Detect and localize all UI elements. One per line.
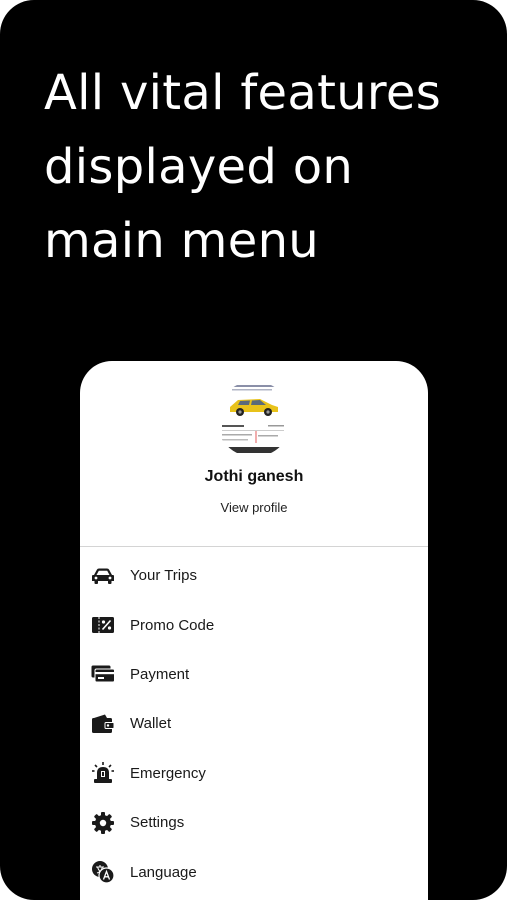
user-name: Jothi ganesh (204, 468, 304, 485)
menu-label-payment: Payment (130, 665, 190, 683)
car-icon (90, 563, 116, 589)
view-profile-link[interactable]: View profile (80, 500, 428, 515)
menu-item-settings[interactable]: Settings (80, 798, 428, 847)
menu-label-settings: Settings (130, 814, 185, 832)
menu-label-promo-code: Promo Code (130, 616, 215, 634)
gear-icon (90, 810, 116, 836)
promo-frame: All vital features displayed on main men… (0, 0, 507, 900)
menu-item-wallet[interactable]: Wallet (80, 699, 428, 748)
headline-line-3: main menu (44, 213, 320, 269)
promo-headline: All vital features displayed on main men… (44, 56, 484, 278)
wallet-icon (90, 711, 116, 737)
menu-item-emergency[interactable]: Emergency (80, 749, 428, 798)
menu-item-promo-code[interactable]: Promo Code (80, 600, 428, 649)
headline-line-2: displayed on (44, 139, 354, 195)
divider (80, 546, 428, 547)
menu-item-language[interactable]: Language (80, 847, 428, 896)
menu-item-payment[interactable]: Payment (80, 650, 428, 699)
menu-label-emergency: Emergency (130, 764, 206, 782)
avatar[interactable] (216, 381, 292, 457)
credit-card-icon (90, 661, 116, 687)
phone-menu-panel: Jothi ganesh View profile Your Trips Pro… (80, 361, 428, 900)
headline-line-1: All vital features (44, 65, 442, 121)
menu-label-wallet: Wallet (130, 715, 172, 733)
siren-icon (90, 760, 116, 786)
menu-label-your-trips: Your Trips (130, 567, 197, 585)
promo-ticket-icon (90, 612, 116, 638)
menu-item-your-trips[interactable]: Your Trips (80, 551, 428, 600)
language-icon (90, 859, 116, 885)
side-menu: Your Trips Promo Code Payment Wallet Eme… (80, 551, 428, 897)
menu-label-language: Language (130, 863, 197, 881)
avatar-image (216, 381, 292, 457)
